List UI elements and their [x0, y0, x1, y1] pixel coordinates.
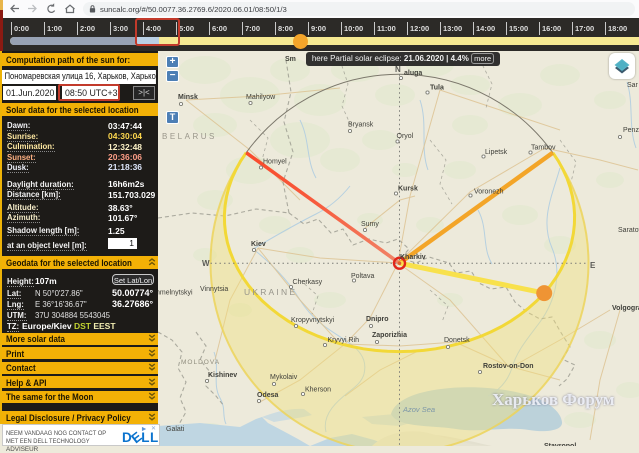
- svg-text:Azov Sea: Azov Sea: [402, 405, 435, 414]
- svg-text:Sm: Sm: [285, 56, 296, 63]
- svg-text:W: W: [202, 259, 210, 268]
- svg-text:Vinnytsia: Vinnytsia: [200, 286, 228, 293]
- svg-text:N: N: [395, 65, 401, 74]
- svg-text:Kishinev: Kishinev: [208, 372, 237, 379]
- svg-text:Zaporizhia: Zaporizhia: [372, 332, 407, 339]
- svg-text:UKRAINE: UKRAINE: [244, 287, 297, 297]
- svg-text:Poltava: Poltava: [351, 273, 374, 280]
- svg-text:Voronezh: Voronezh: [474, 189, 504, 196]
- svg-text:Kursk: Kursk: [398, 186, 418, 193]
- svg-text:Penza: Penza: [623, 127, 639, 134]
- svg-text:Donetsk: Donetsk: [444, 337, 470, 344]
- svg-text:Galati: Galati: [166, 426, 185, 433]
- svg-text:E: E: [590, 261, 596, 270]
- svg-text:Lipetsk: Lipetsk: [485, 149, 508, 156]
- svg-text:aluga: aluga: [404, 70, 422, 77]
- svg-text:Odesa: Odesa: [257, 392, 279, 399]
- svg-text:Kiev: Kiev: [251, 241, 266, 248]
- svg-text:Volgograd: Volgograd: [612, 305, 639, 312]
- svg-text:Mahilyow: Mahilyow: [246, 94, 276, 101]
- svg-text:Kryvyi Rih: Kryvyi Rih: [328, 337, 360, 344]
- svg-text:Bryansk: Bryansk: [348, 122, 374, 129]
- svg-text:Mykolaiv: Mykolaiv: [270, 374, 298, 381]
- svg-text:Tambov: Tambov: [531, 145, 556, 152]
- svg-text:Kropyvnytskyi: Kropyvnytskyi: [291, 317, 335, 324]
- svg-text:Tula: Tula: [430, 85, 444, 92]
- svg-text:Saratov: Saratov: [618, 227, 639, 234]
- svg-text:Kherson: Kherson: [305, 387, 331, 394]
- svg-text:Sar: Sar: [627, 82, 639, 89]
- svg-text:Sumy: Sumy: [361, 221, 379, 228]
- svg-text:hmelnytskyi: hmelnytskyi: [158, 290, 193, 297]
- svg-text:Homyel: Homyel: [263, 159, 287, 166]
- svg-text:Cherkasy: Cherkasy: [293, 279, 323, 286]
- svg-text:BELARUS: BELARUS: [162, 132, 217, 141]
- svg-text:Kharkiv: Kharkiv: [400, 254, 426, 261]
- svg-text:Rostov-on-Don: Rostov-on-Don: [483, 363, 534, 370]
- svg-text:MOLDOVA: MOLDOVA: [181, 359, 220, 366]
- svg-text:Oryol: Oryol: [397, 133, 414, 140]
- svg-text:Minsk: Minsk: [178, 94, 198, 101]
- svg-text:Dnipro: Dnipro: [366, 316, 389, 323]
